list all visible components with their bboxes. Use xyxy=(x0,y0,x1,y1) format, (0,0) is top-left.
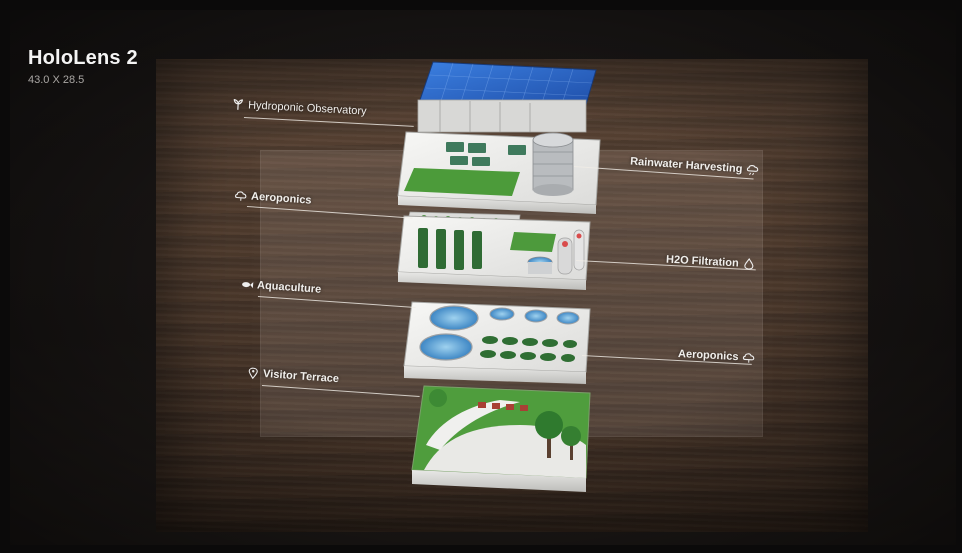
sprout-icon xyxy=(233,99,243,110)
fish-icon xyxy=(242,282,254,289)
level-aeroponics-filtration xyxy=(397,211,591,290)
observatory-frame xyxy=(417,99,587,133)
level-aquaculture xyxy=(403,301,591,384)
level-visitor-terrace xyxy=(411,385,591,492)
cloud-icon xyxy=(235,191,247,201)
cloud-icon xyxy=(742,353,754,363)
observatory-lawn xyxy=(404,168,520,196)
vertical-farm-hologram xyxy=(397,61,601,492)
cloud-rain-icon xyxy=(746,165,758,176)
water-drop-icon xyxy=(744,258,754,270)
level-hydroponic-observatory xyxy=(397,61,601,214)
rainwater-tank xyxy=(532,132,574,196)
filtration-lawn xyxy=(510,232,556,252)
location-pin-icon xyxy=(248,367,258,380)
